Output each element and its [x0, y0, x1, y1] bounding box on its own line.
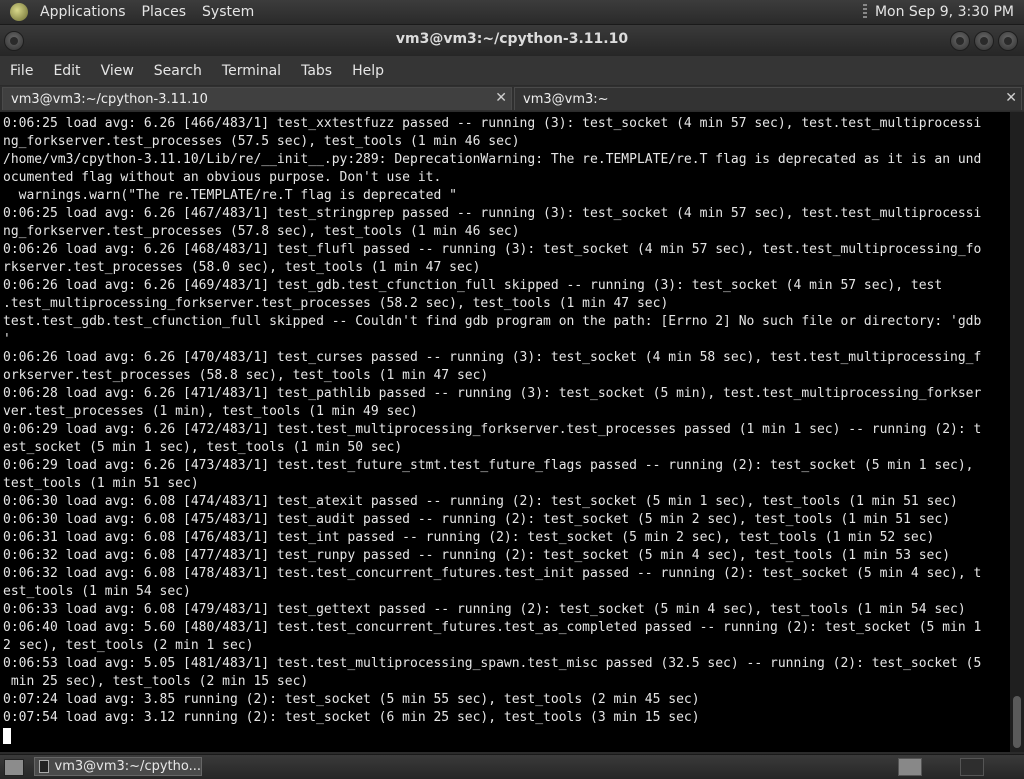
panel-drag-handle-icon[interactable] [862, 4, 867, 20]
terminal-line: test_tools (1 min 51 sec) [3, 476, 199, 491]
menubar: File Edit View Search Terminal Tabs Help [0, 56, 1024, 85]
system-menu[interactable]: System [194, 4, 262, 20]
places-menu[interactable]: Places [134, 4, 195, 20]
prompt-line [3, 727, 1010, 745]
terminal-line: 0:06:29 load avg: 6.26 [473/483/1] test.… [3, 458, 974, 473]
clock[interactable]: Mon Sep 9, 3:30 PM [875, 4, 1024, 20]
terminal-line: min 25 sec), test_tools (2 min 15 sec) [3, 674, 309, 689]
terminal-line: .test_multiprocessing_forkserver.test_pr… [3, 296, 669, 311]
applications-menu[interactable]: Applications [32, 4, 134, 20]
workspace-1[interactable] [898, 758, 922, 776]
terminal-line: 0:06:30 load avg: 6.08 [474/483/1] test_… [3, 494, 958, 509]
terminal-output: 0:06:25 load avg: 6.26 [466/483/1] test_… [0, 112, 1010, 745]
terminal-view[interactable]: 0:06:25 load avg: 6.26 [466/483/1] test_… [0, 112, 1010, 752]
bottom-panel: vm3@vm3:~/cpytho... [0, 754, 1024, 779]
scrollbar-thumb[interactable] [1013, 696, 1021, 748]
terminal-line: test.test_gdb.test_cfunction_full skippe… [3, 314, 982, 329]
terminal-line: 0:06:26 load avg: 6.26 [470/483/1] test_… [3, 350, 982, 365]
terminal-line: 0:06:28 load avg: 6.26 [471/483/1] test_… [3, 386, 982, 401]
taskbar-label: vm3@vm3:~/cpytho... [54, 759, 201, 774]
text-cursor [3, 728, 11, 744]
menu-file[interactable]: File [0, 63, 43, 79]
terminal-line: 0:06:33 load avg: 6.08 [479/483/1] test_… [3, 602, 966, 617]
terminal-scrollbar[interactable] [1010, 112, 1024, 752]
workspace-2[interactable] [960, 758, 984, 776]
terminal-line: 0:06:25 load avg: 6.26 [467/483/1] test_… [3, 206, 982, 221]
show-desktop-icon[interactable] [4, 759, 24, 776]
taskbar-terminal-button[interactable]: vm3@vm3:~/cpytho... [34, 757, 202, 776]
window-title: vm3@vm3:~/cpython-3.11.10 [395, 31, 629, 47]
menu-terminal[interactable]: Terminal [212, 63, 291, 79]
terminal-line: 0:06:29 load avg: 6.26 [472/483/1] test.… [3, 422, 982, 437]
terminal-line: 0:06:30 load avg: 6.08 [475/483/1] test_… [3, 512, 951, 527]
terminal-line: ng_forkserver.test_processes (57.8 sec),… [3, 224, 520, 239]
terminal-line: rkserver.test_processes (58.0 sec), test… [3, 260, 481, 275]
terminal-line: ng_forkserver.test_processes (57.5 sec),… [3, 134, 520, 149]
tab-cpython[interactable]: vm3@vm3:~/cpython-3.11.10 ✕ [2, 87, 512, 110]
terminal-line: 0:07:54 load avg: 3.12 running (2): test… [3, 710, 700, 725]
window-titlebar[interactable]: vm3@vm3:~/cpython-3.11.10 [0, 25, 1024, 56]
terminal-line: 0:06:40 load avg: 5.60 [480/483/1] test.… [3, 620, 982, 635]
menu-help[interactable]: Help [342, 63, 394, 79]
terminal-line: 2 sec), test_tools (2 min 1 sec) [3, 638, 254, 653]
tab-label: vm3@vm3:~ [523, 91, 609, 107]
close-tab-icon[interactable]: ✕ [495, 90, 507, 106]
terminal-line: 0:06:32 load avg: 6.08 [478/483/1] test.… [3, 566, 982, 581]
terminal-line: 0:07:24 load avg: 3.85 running (2): test… [3, 692, 700, 707]
terminal-line: 0:06:25 load avg: 6.26 [466/483/1] test_… [3, 116, 982, 131]
gnome-foot-icon[interactable] [10, 3, 28, 21]
tab-bar: vm3@vm3:~/cpython-3.11.10 ✕ vm3@vm3:~ ✕ [0, 86, 1024, 111]
terminal-line: 0:06:53 load avg: 5.05 [481/483/1] test.… [3, 656, 982, 671]
terminal-line: ocumented flag without an obvious purpos… [3, 170, 442, 185]
top-panel: Applications Places System Mon Sep 9, 3:… [0, 0, 1024, 25]
menu-edit[interactable]: Edit [43, 63, 90, 79]
terminal-line: orkserver.test_processes (58.8 sec), tes… [3, 368, 489, 383]
tab-label: vm3@vm3:~/cpython-3.11.10 [11, 91, 208, 107]
menu-search[interactable]: Search [144, 63, 212, 79]
terminal-line: est_tools (1 min 54 sec) [3, 584, 191, 599]
terminal-line: warnings.warn("The re.TEMPLATE/re.T flag… [3, 188, 457, 203]
terminal-line: ' [3, 332, 11, 347]
terminal-line: 0:06:32 load avg: 6.08 [477/483/1] test_… [3, 548, 951, 563]
close-button[interactable] [998, 31, 1018, 51]
terminal-line: est_socket (5 min 1 sec), test_tools (1 … [3, 440, 403, 455]
close-tab-icon[interactable]: ✕ [1005, 90, 1017, 106]
menu-tabs[interactable]: Tabs [291, 63, 342, 79]
terminal-line: /home/vm3/cpython-3.11.10/Lib/re/__init_… [3, 152, 982, 167]
menu-view[interactable]: View [91, 63, 144, 79]
minimize-button[interactable] [950, 31, 970, 51]
maximize-button[interactable] [974, 31, 994, 51]
terminal-icon [39, 760, 49, 773]
tab-home[interactable]: vm3@vm3:~ ✕ [514, 87, 1022, 110]
terminal-line: ver.test_processes (1 min), test_tools (… [3, 404, 418, 419]
terminal-line: 0:06:26 load avg: 6.26 [468/483/1] test_… [3, 242, 982, 257]
terminal-line: 0:06:26 load avg: 6.26 [469/483/1] test_… [3, 278, 943, 293]
terminal-line: 0:06:31 load avg: 6.08 [476/483/1] test_… [3, 530, 935, 545]
